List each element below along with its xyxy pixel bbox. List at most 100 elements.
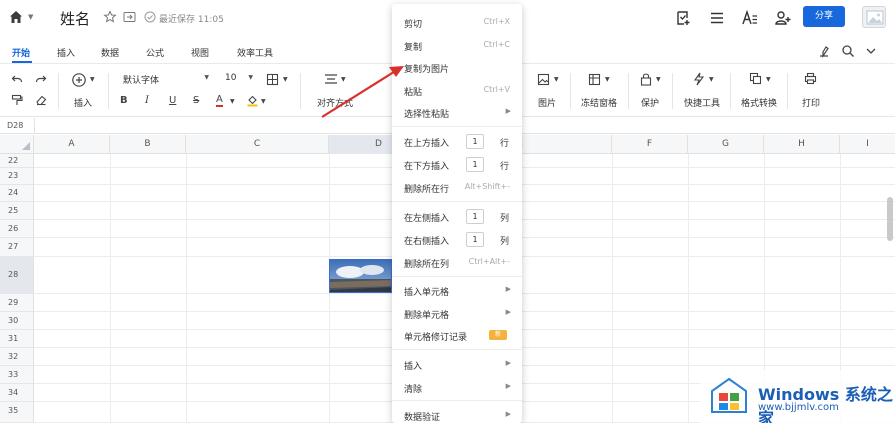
format-convert-chevron-down-icon[interactable]: ▼ <box>766 76 771 83</box>
tab-home[interactable]: 开始 <box>12 46 30 59</box>
quick-tools-chevron-down-icon[interactable]: ▼ <box>709 76 714 83</box>
column-header[interactable]: F <box>612 135 688 154</box>
row-header-selected[interactable]: 28 <box>0 257 34 294</box>
cell-picture[interactable] <box>329 259 392 293</box>
row-header[interactable]: 27 <box>0 238 34 257</box>
collapse-ribbon-chevron-down-icon[interactable] <box>864 44 878 58</box>
strikethrough-button[interactable]: S <box>193 95 199 106</box>
menu-item-cut[interactable]: 剪切 Ctrl+X <box>392 11 522 33</box>
menu-item-cell-history[interactable]: 单元格修订记录 新 <box>392 324 522 346</box>
quick-tools-icon[interactable] <box>692 72 705 86</box>
redo-icon[interactable] <box>35 73 47 85</box>
tab-formula[interactable]: 公式 <box>146 46 164 59</box>
menu-item-insert-right[interactable]: 在右侧插入 1 列 <box>392 228 522 250</box>
search-icon[interactable] <box>841 44 855 58</box>
font-size-select[interactable]: 10 ▼ <box>221 71 255 88</box>
row-header[interactable]: 34 <box>0 384 34 402</box>
format-convert-icon[interactable] <box>749 72 762 85</box>
row-header[interactable]: 29 <box>0 294 34 312</box>
eraser-icon[interactable] <box>35 94 47 106</box>
tab-efficiency-tools[interactable]: 效率工具 <box>237 46 273 59</box>
menu-item-insert-below[interactable]: 在下方插入 1 行 <box>392 153 522 175</box>
menu-item-copy[interactable]: 复制 Ctrl+C <box>392 34 522 56</box>
header-corner[interactable] <box>0 135 34 154</box>
menu-item-data-validation[interactable]: 数据验证 ▶ <box>392 404 522 423</box>
row-header[interactable]: 31 <box>0 330 34 348</box>
menu-item-insert-left[interactable]: 在左侧插入 1 列 <box>392 205 522 227</box>
menu-item-copy-as-image[interactable]: 复制为图片 <box>392 56 522 78</box>
paint-icon[interactable] <box>817 44 831 58</box>
image-button-label[interactable]: 图片 <box>538 96 556 109</box>
menu-item-paste[interactable]: 粘贴 Ctrl+V <box>392 79 522 101</box>
align-icon[interactable] <box>324 73 338 85</box>
image-icon[interactable] <box>537 73 550 86</box>
row-header[interactable]: 25 <box>0 202 34 220</box>
italic-button[interactable]: I <box>145 95 149 106</box>
align-button-label[interactable]: 对齐方式 <box>317 96 353 109</box>
menu-item-clear[interactable]: 清除 ▶ <box>392 376 522 398</box>
fill-color-icon[interactable] <box>246 94 259 107</box>
collaborators-icon[interactable] <box>774 9 792 27</box>
fill-color-chevron-down-icon[interactable]: ▼ <box>261 98 266 105</box>
bold-button[interactable]: B <box>120 95 128 106</box>
font-family-select[interactable]: 默认字体 ▼ <box>119 71 211 88</box>
menu-item-paste-special[interactable]: 选择性粘贴 ▶ <box>392 101 522 123</box>
menu-item-insert-above[interactable]: 在上方插入 1 行 <box>392 130 522 152</box>
row-header[interactable]: 30 <box>0 312 34 330</box>
undo-icon[interactable] <box>11 73 23 85</box>
column-header[interactable]: A <box>34 135 110 154</box>
menu-item-insert[interactable]: 插入 ▶ <box>392 353 522 375</box>
row-header[interactable]: 22 <box>0 154 34 168</box>
menu-item-insert-cell[interactable]: 插入单元格 ▶ <box>392 279 522 301</box>
insert-button-label[interactable]: 插入 <box>74 96 92 109</box>
border-chevron-down-icon[interactable]: ▼ <box>283 76 288 83</box>
row-header[interactable]: 23 <box>0 168 34 185</box>
row-header[interactable]: 35 <box>0 402 34 423</box>
menu-item-delete-cell[interactable]: 删除单元格 ▶ <box>392 302 522 324</box>
cell-reference-box[interactable]: D28 <box>7 121 23 130</box>
row-header[interactable]: 26 <box>0 220 34 238</box>
row-header[interactable]: 32 <box>0 348 34 366</box>
home-menu-chevron-down-icon[interactable]: ▼ <box>28 13 33 21</box>
add-form-icon[interactable] <box>675 9 693 27</box>
lock-icon[interactable] <box>640 72 652 86</box>
format-painter-icon[interactable] <box>11 94 23 106</box>
freeze-chevron-down-icon[interactable]: ▼ <box>605 76 610 83</box>
row-header[interactable]: 24 <box>0 185 34 202</box>
quick-tools-label[interactable]: 快捷工具 <box>684 96 720 109</box>
freeze-panes-label[interactable]: 冻结窗格 <box>581 96 617 109</box>
row-header[interactable]: 33 <box>0 366 34 384</box>
share-button[interactable]: 分享 <box>803 6 845 27</box>
insert-plus-icon[interactable] <box>71 72 87 88</box>
protect-chevron-down-icon[interactable]: ▼ <box>656 76 661 83</box>
tab-data[interactable]: 数据 <box>101 46 119 59</box>
print-label[interactable]: 打印 <box>802 96 820 109</box>
image-chevron-down-icon[interactable]: ▼ <box>554 76 559 83</box>
column-header[interactable]: C <box>186 135 329 154</box>
tab-insert[interactable]: 插入 <box>57 46 75 59</box>
text-format-icon[interactable] <box>741 9 759 27</box>
border-icon[interactable] <box>266 73 279 86</box>
insert-right-count-input[interactable]: 1 <box>466 232 484 247</box>
font-color-button[interactable]: A <box>216 94 223 107</box>
star-icon[interactable] <box>103 10 117 24</box>
print-icon[interactable] <box>804 72 817 85</box>
insert-left-count-input[interactable]: 1 <box>466 209 484 224</box>
home-icon[interactable] <box>8 9 24 25</box>
align-chevron-down-icon[interactable]: ▼ <box>341 76 346 83</box>
vertical-scrollbar[interactable] <box>887 197 893 241</box>
insert-above-count-input[interactable]: 1 <box>466 134 484 149</box>
document-title[interactable]: 姓名 <box>60 8 90 29</box>
insert-below-count-input[interactable]: 1 <box>466 157 484 172</box>
column-header[interactable]: B <box>110 135 186 154</box>
underline-button[interactable]: U <box>169 95 176 106</box>
format-convert-label[interactable]: 格式转换 <box>741 96 777 109</box>
menu-icon[interactable] <box>708 9 726 27</box>
protect-label[interactable]: 保护 <box>641 96 659 109</box>
move-to-folder-icon[interactable] <box>123 11 136 23</box>
insert-chevron-down-icon[interactable]: ▼ <box>90 76 95 83</box>
column-header[interactable]: H <box>764 135 840 154</box>
tab-view[interactable]: 视图 <box>191 46 209 59</box>
column-header[interactable]: G <box>688 135 764 154</box>
avatar[interactable] <box>862 6 886 28</box>
